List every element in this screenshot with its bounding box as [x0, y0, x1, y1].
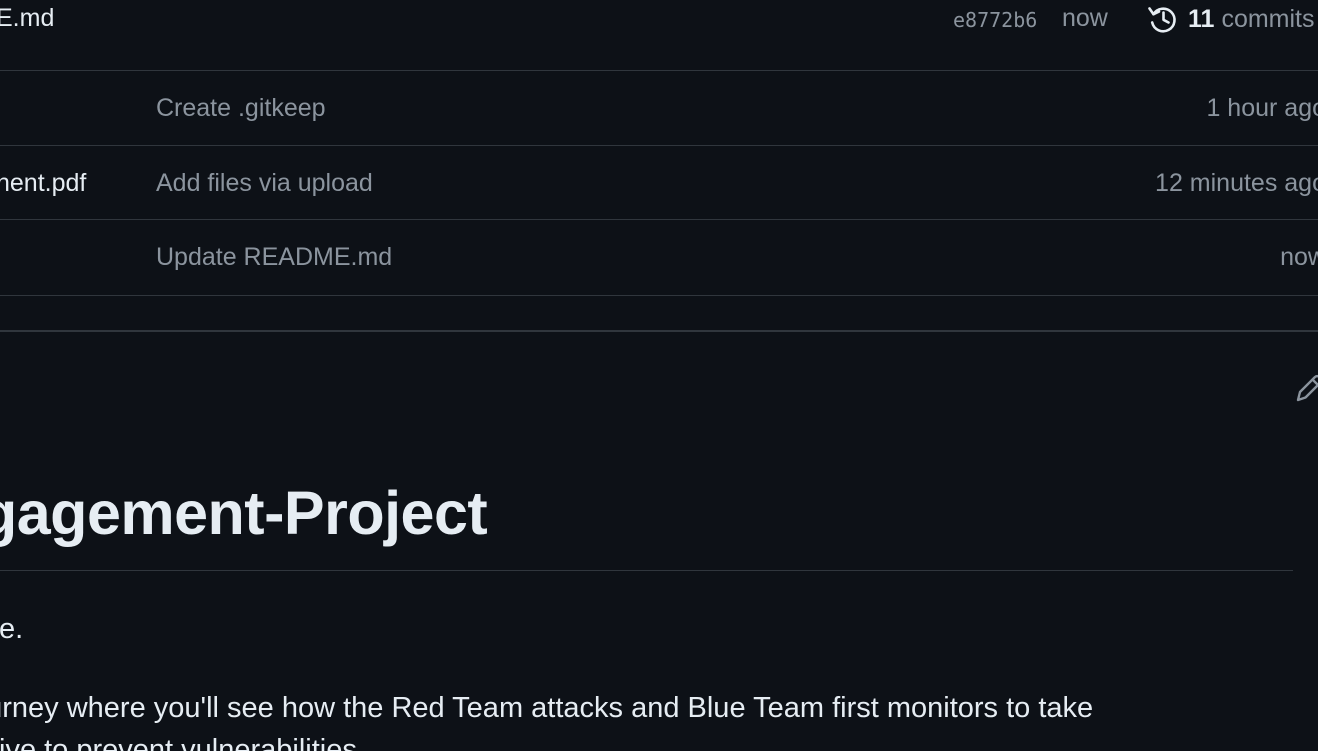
file-row[interactable]: Update README.md now: [0, 220, 1318, 296]
pencil-icon[interactable]: [1294, 372, 1318, 404]
commit-history-link[interactable]: 11 commits: [1146, 2, 1315, 36]
commit-count: 11: [1188, 4, 1215, 33]
readme-heading: gagement-Project: [0, 479, 488, 547]
file-row[interactable]: nent.pdf Add files via upload 12 minutes…: [0, 146, 1318, 220]
readme-paragraph: sitive to prevent vulnerabilities.: [0, 734, 365, 751]
file-commit-message[interactable]: Create .gitkeep: [156, 94, 326, 123]
repository-page: E.md e8772b6 now 11 commits Create .gitk…: [0, 0, 1318, 751]
file-commit-age: 12 minutes ago: [1155, 169, 1318, 197]
commit-filename-link[interactable]: E.md: [0, 4, 54, 33]
file-commit-message[interactable]: Add files via upload: [156, 169, 373, 198]
commit-count-label: commits: [1221, 4, 1315, 33]
readme-paragraph: tice.: [0, 613, 24, 645]
history-icon: [1148, 7, 1176, 33]
commit-time: now: [1062, 4, 1108, 32]
latest-commit-bar: E.md e8772b6 now 11 commits: [0, 0, 1318, 71]
file-commit-message[interactable]: Update README.md: [156, 243, 392, 272]
readme-divider: [0, 330, 1318, 332]
commit-hash-link[interactable]: e8772b6: [953, 8, 1037, 32]
file-row[interactable]: Create .gitkeep 1 hour ago: [0, 71, 1318, 146]
file-commit-age: now: [1280, 243, 1318, 271]
file-commit-age: 1 hour ago: [1206, 94, 1318, 122]
readme-paragraph: ourney where you'll see how the Red Team…: [0, 692, 1094, 724]
heading-underline: [0, 570, 1293, 571]
file-name-link[interactable]: nent.pdf: [0, 169, 86, 198]
